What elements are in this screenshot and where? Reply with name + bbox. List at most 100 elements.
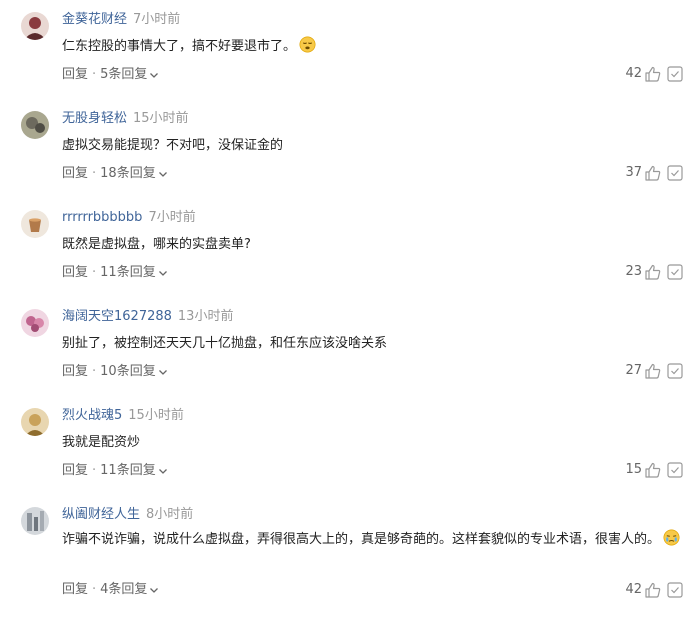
comment-actions: 回复 · 4条回复 [62,580,159,600]
view-replies-button[interactable]: 4条回复 [100,582,159,597]
thumbs-up-icon[interactable] [644,581,662,599]
username[interactable]: 无股身轻松 [62,111,127,126]
timestamp: 8小时前 [146,507,194,522]
more-options-icon[interactable] [666,263,684,281]
like-area: 42 [625,580,684,600]
view-replies-button[interactable]: 10条回复 [100,364,168,379]
reply-button[interactable]: 回复 [62,67,88,82]
more-options-icon[interactable] [666,65,684,83]
separator-dot: · [92,364,97,379]
timestamp: 15小时前 [133,111,189,126]
thumbs-up-icon[interactable] [644,164,662,182]
comment-meta: 金葵花财经 7小时前 [62,10,180,30]
comment-list: 金葵花财经 7小时前 仁东控股的事情大了，搞不好要退市了。 回复 · 5条回复 42 … [0,0,700,620]
comment-text: 虚拟交易能提现？不对吧，没保证金的 [62,133,682,158]
comment-text-body: 既然是虚拟盘，哪来的实盘卖单? [62,237,251,252]
like-count: 42 [625,582,642,597]
like-area: 23 [625,262,684,282]
username[interactable]: 纵阖财经人生 [62,507,140,522]
more-options-icon[interactable] [666,581,684,599]
comment-text-body: 我就是配资炒 [62,435,141,450]
view-replies-button[interactable]: 11条回复 [100,463,168,478]
replies-count-label: 18条回复 [100,166,156,181]
separator-dot: · [92,166,97,181]
thumbs-up-icon[interactable] [644,461,662,479]
comment-item: 无股身轻松 15小时前 虚拟交易能提现？不对吧，没保证金的 回复 · 18条回复 37 [0,99,700,198]
timestamp: 7小时前 [133,12,181,27]
comment-text-body: 别扯了，被控制还天天几十亿抛盘，和任东应该没啥关系 [62,336,388,351]
like-count: 15 [625,462,642,477]
avatar[interactable] [21,507,49,535]
comment-text: 仁东控股的事情大了，搞不好要退市了。 [62,34,682,59]
timestamp: 15小时前 [128,408,184,423]
replies-count-label: 11条回复 [100,463,156,478]
more-options-icon[interactable] [666,362,684,380]
comment-text: 诈骗不说诈骗，说成什么虚拟盘，弄得很高大上的，真是够奇葩的。这样套貌似的专业术语… [62,527,682,552]
separator-dot: · [92,67,97,82]
reply-button[interactable]: 回复 [62,364,88,379]
like-count: 27 [625,363,642,378]
avatar[interactable] [21,210,49,238]
replies-count-label: 11条回复 [100,265,156,280]
chevron-down-icon [150,72,159,78]
username[interactable]: 金葵花财经 [62,12,127,27]
replies-count-label: 4条回复 [100,582,148,597]
like-area: 37 [625,163,684,183]
separator-dot: · [92,582,97,597]
comment-item: 海阔天空1627288 13小时前 别扯了，被控制还天天几十亿抛盘，和任东应该没啥… [0,297,700,396]
comment-item: rrrrrrbbbbbb 7小时前 既然是虚拟盘，哪来的实盘卖单? 回复 · 11条回… [0,198,700,297]
avatar[interactable] [21,309,49,337]
view-replies-button[interactable]: 18条回复 [100,166,168,181]
chevron-down-icon [158,270,167,276]
comment-text: 既然是虚拟盘，哪来的实盘卖单? [62,232,682,257]
reply-button[interactable]: 回复 [62,166,88,181]
comment-text: 我就是配资炒 [62,430,682,455]
comment-actions: 回复 · 5条回复 [62,65,159,85]
avatar[interactable] [21,111,49,139]
chevron-down-icon [150,587,159,593]
reply-button[interactable]: 回复 [62,582,88,597]
reply-button[interactable]: 回复 [62,265,88,280]
reply-button[interactable]: 回复 [62,463,88,478]
like-count: 23 [625,264,642,279]
more-options-icon[interactable] [666,461,684,479]
comment-actions: 回复 · 10条回复 [62,362,168,382]
separator-dot: · [92,265,97,280]
separator-dot: · [92,463,97,478]
comment-text: 别扯了，被控制还天天几十亿抛盘，和任东应该没啥关系 [62,331,682,356]
like-area: 42 [625,64,684,84]
avatar[interactable] [21,408,49,436]
comment-item: 金葵花财经 7小时前 仁东控股的事情大了，搞不好要退市了。 回复 · 5条回复 42 [0,0,700,99]
comment-text-body: 诈骗不说诈骗，说成什么虚拟盘，弄得很高大上的，真是够奇葩的。这样套貌似的专业术语… [62,532,661,547]
replies-count-label: 5条回复 [100,67,148,82]
username[interactable]: rrrrrrbbbbbb [62,210,142,225]
chevron-down-icon [158,468,167,474]
thumbs-up-icon[interactable] [644,65,662,83]
view-replies-button[interactable]: 5条回复 [100,67,159,82]
view-replies-button[interactable]: 11条回复 [100,265,168,280]
comment-item: 烈火战魂5 15小时前 我就是配资炒 回复 · 11条回复 15 [0,396,700,495]
like-area: 15 [625,460,684,480]
more-options-icon[interactable] [666,164,684,182]
thumbs-up-icon[interactable] [644,263,662,281]
username[interactable]: 海阔天空1627288 [62,309,172,324]
replies-count-label: 10条回复 [100,364,156,379]
avatar[interactable] [21,12,49,40]
comment-actions: 回复 · 18条回复 [62,164,168,184]
like-count: 42 [625,66,642,81]
crying-face-icon [663,529,680,546]
weary-face-icon [299,36,316,53]
comment-text-body: 仁东控股的事情大了，搞不好要退市了。 [62,39,297,54]
like-count: 37 [625,165,642,180]
comment-meta: 纵阖财经人生 8小时前 [62,505,193,525]
username[interactable]: 烈火战魂5 [62,408,122,423]
comment-meta: 烈火战魂5 15小时前 [62,406,184,426]
timestamp: 7小时前 [148,210,196,225]
like-area: 27 [625,361,684,381]
comment-item: 纵阖财经人生 8小时前 诈骗不说诈骗，说成什么虚拟盘，弄得很高大上的，真是够奇葩的… [0,495,700,615]
timestamp: 13小时前 [177,309,234,324]
comment-actions: 回复 · 11条回复 [62,461,168,481]
thumbs-up-icon[interactable] [644,362,662,380]
comment-actions: 回复 · 11条回复 [62,263,168,283]
comment-meta: rrrrrrbbbbbb 7小时前 [62,208,196,228]
